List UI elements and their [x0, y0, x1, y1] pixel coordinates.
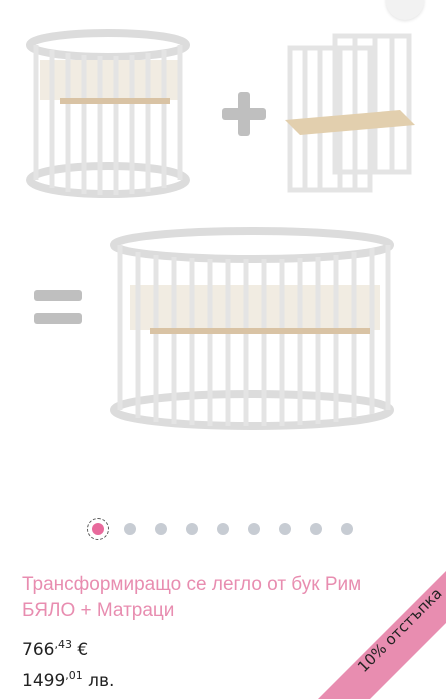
pagination-dot-8[interactable] — [310, 523, 322, 535]
pagination-dot-2[interactable] — [124, 523, 136, 535]
product-image-gallery[interactable] — [0, 0, 446, 500]
pagination-dot-1[interactable] — [87, 518, 109, 540]
round-crib-illustration — [26, 29, 190, 198]
pagination-dot-3[interactable] — [155, 523, 167, 535]
price-bgn: 1499,01 лв. — [22, 669, 115, 691]
pagination-dot-9[interactable] — [341, 523, 353, 535]
gallery-pagination[interactable] — [0, 516, 446, 542]
product-title[interactable]: Трансформиращо се легло от бук Рим БЯЛО … — [22, 572, 402, 624]
price-eur: 766,43 € — [22, 638, 89, 660]
equals-sign-icon — [34, 290, 82, 324]
pagination-dot-5[interactable] — [217, 523, 229, 535]
pagination-dot-7[interactable] — [279, 523, 291, 535]
plus-sign-icon — [222, 92, 266, 136]
pagination-dot-4[interactable] — [186, 523, 198, 535]
product-image — [26, 29, 415, 430]
oval-crib-illustration — [110, 227, 394, 430]
pagination-dot-6[interactable] — [248, 523, 260, 535]
